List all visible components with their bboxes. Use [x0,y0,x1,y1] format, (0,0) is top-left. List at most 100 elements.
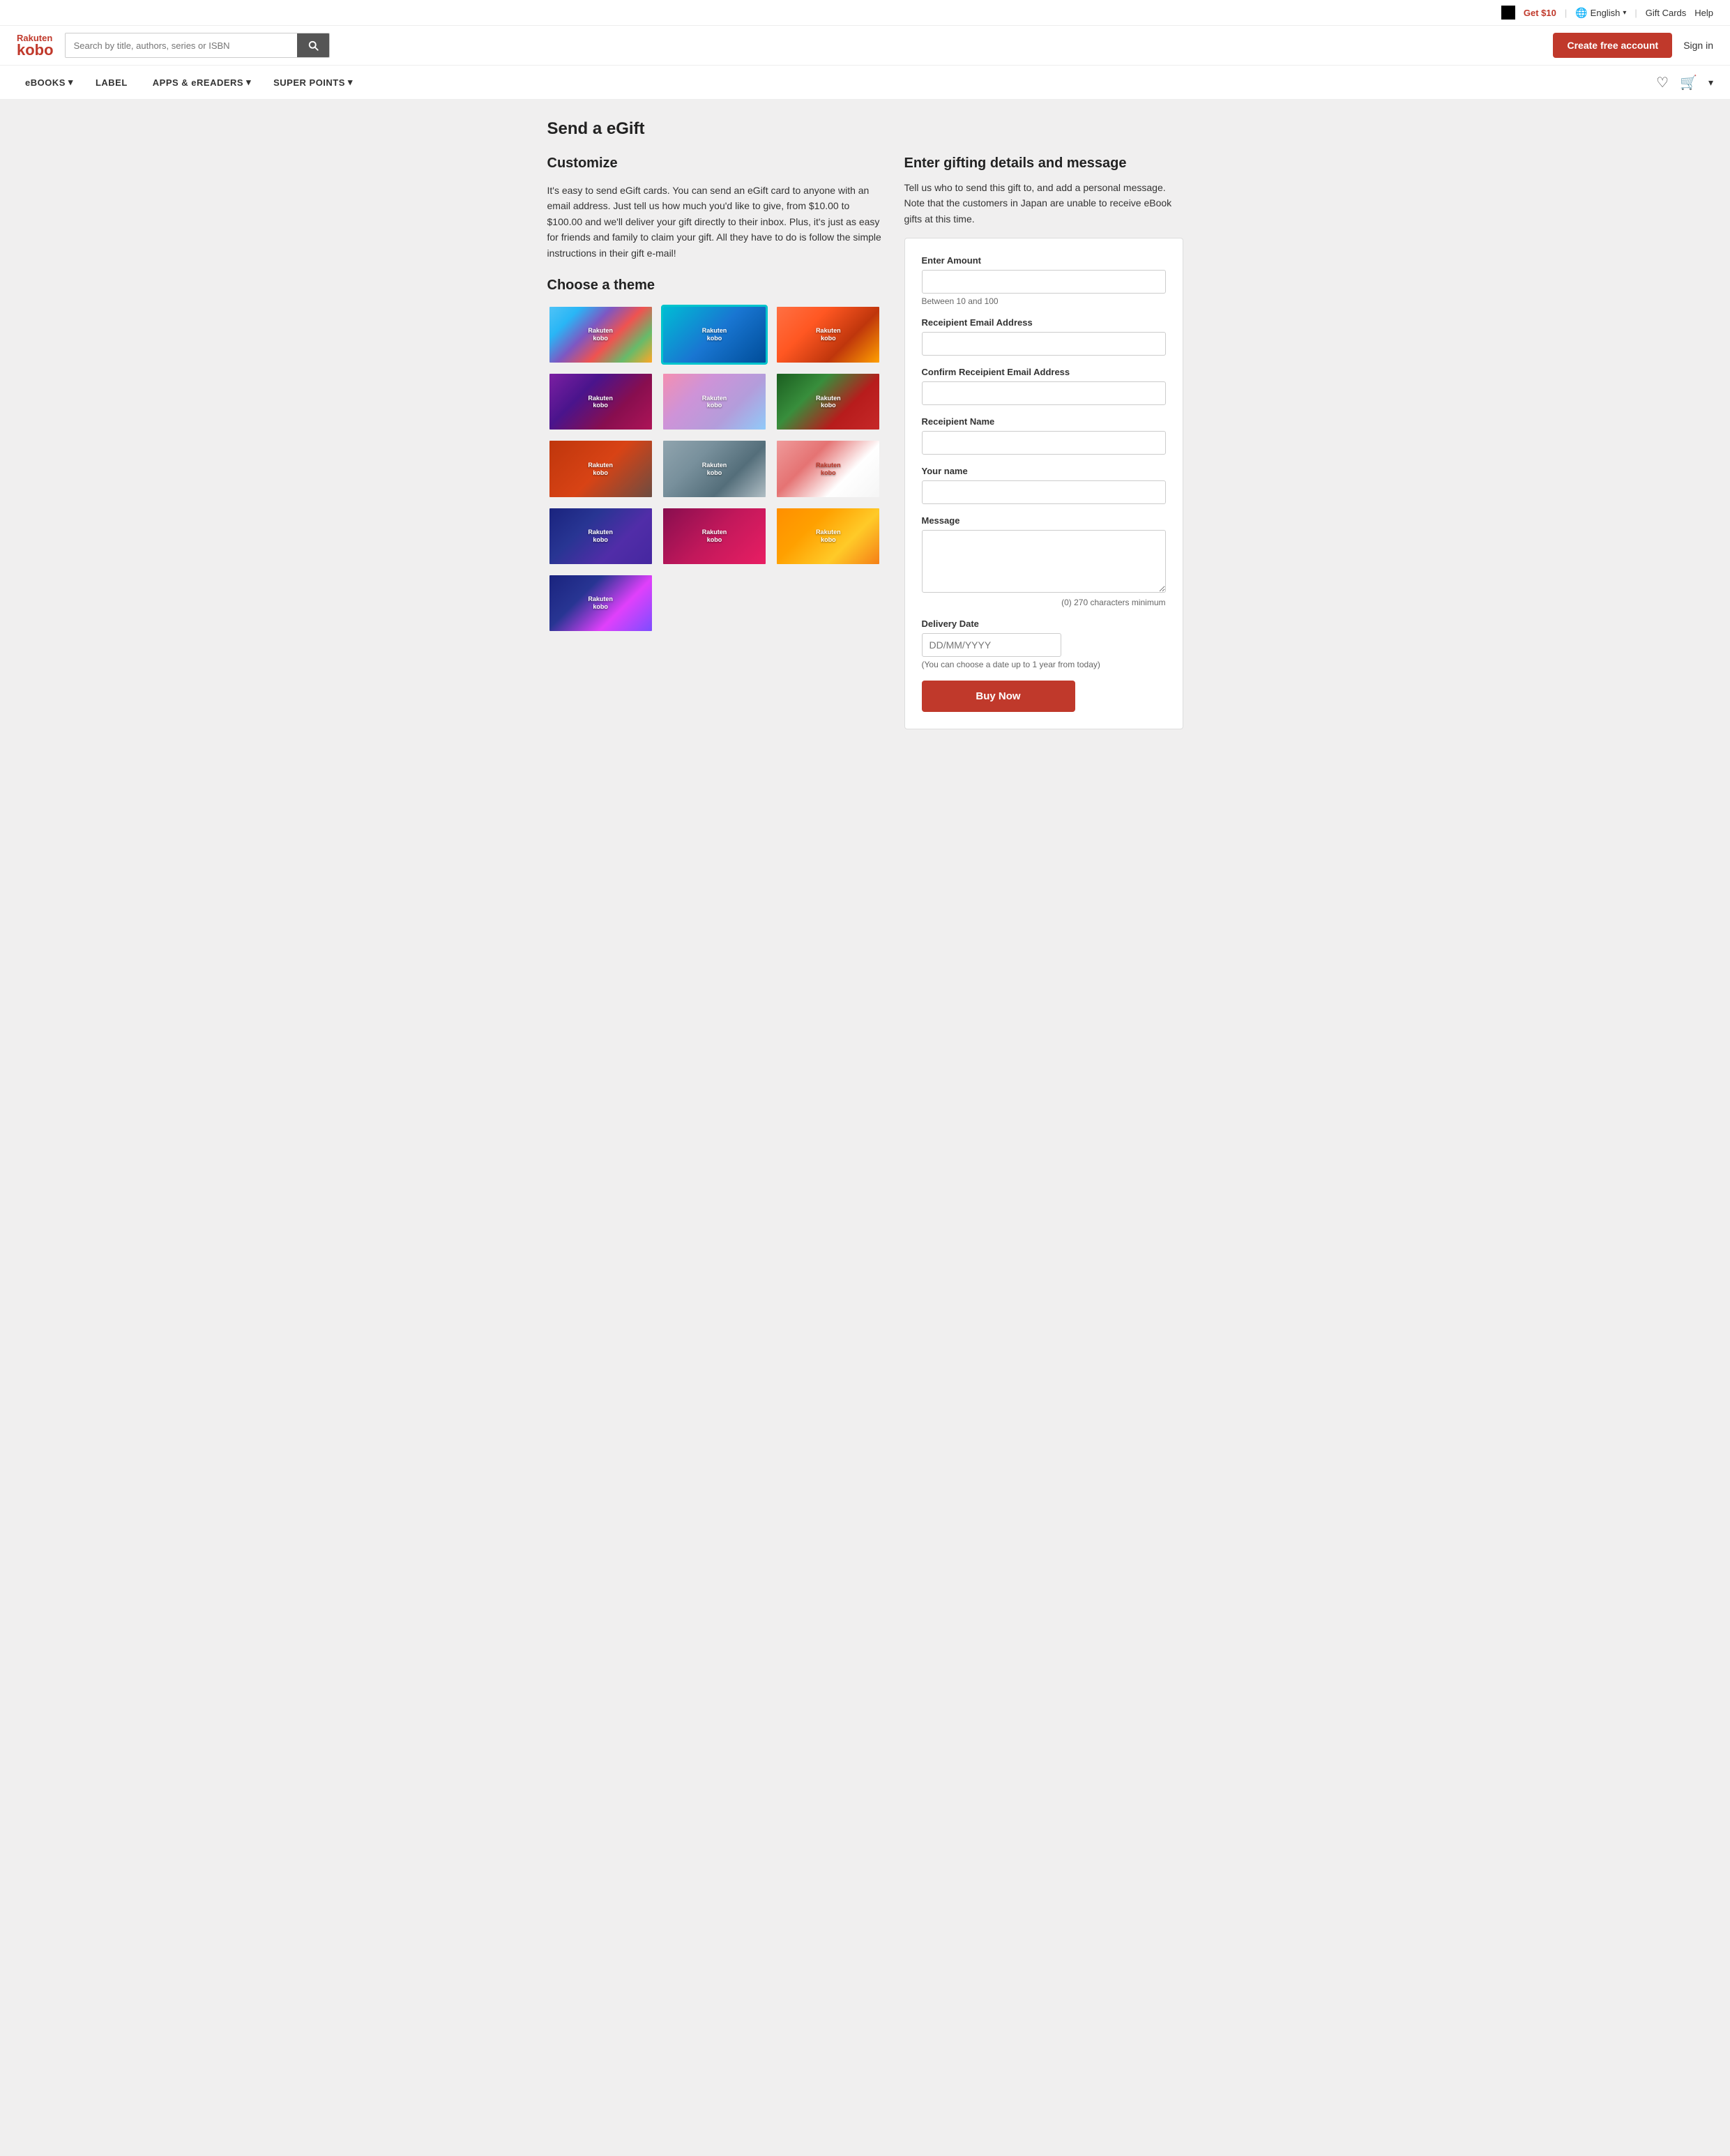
nav-label-text: LABEL [96,77,128,88]
theme-card-11[interactable]: Rakutenkobo [661,506,768,566]
theme-grid: Rakutenkobo Rakutenkobo Rakutenkobo [547,305,882,633]
your-name-input[interactable] [922,480,1166,504]
nav-label[interactable]: LABEL [87,66,136,99]
globe-icon: 🌐 [1575,7,1587,19]
theme-card-9-logo: Rakutenkobo [816,462,841,477]
theme-card-1[interactable]: Rakutenkobo [547,305,654,365]
amount-input[interactable] [922,270,1166,294]
chevron-down-icon: ▾ [1623,9,1626,17]
search-bar [65,33,330,58]
header: Rakuten kobo Create free account Sign in [0,26,1730,66]
theme-card-12[interactable]: Rakutenkobo [775,506,881,566]
cart-icon[interactable]: 🛒 [1680,74,1697,91]
theme-card-4[interactable]: Rakutenkobo [547,372,654,432]
nav-super-points[interactable]: SUPER POINTS ▾ [265,66,361,99]
black-square-icon [1501,6,1515,20]
theme-card-13[interactable]: Rakutenkobo [547,573,654,633]
form-intro: Tell us who to send this gift to, and ad… [904,180,1183,227]
theme-card-7[interactable]: Rakutenkobo [547,439,654,499]
theme-card-13-logo: Rakutenkobo [588,595,613,611]
message-group: Message (0) 270 characters minimum [922,515,1166,607]
divider-1: | [1565,8,1567,18]
buy-now-button[interactable]: Buy Now [922,681,1075,712]
wishlist-icon[interactable]: ♡ [1656,74,1669,91]
top-bar: Get $10 | 🌐 English ▾ | Gift Cards Help [0,0,1730,26]
confirm-email-input[interactable] [922,381,1166,405]
cart-chevron[interactable]: ▾ [1708,77,1713,89]
nav-super-points-label: SUPER POINTS [273,77,345,88]
gift-form: Enter Amount Between 10 and 100 Receipie… [904,238,1183,729]
gift-cards-link[interactable]: Gift Cards [1646,8,1687,18]
theme-card-3-logo: Rakutenkobo [816,327,841,342]
form-title: Enter gifting details and message [904,155,1183,172]
language-label: English [1591,8,1621,18]
theme-card-5[interactable]: Rakutenkobo [661,372,768,432]
theme-card-8-logo: Rakutenkobo [702,462,727,477]
theme-card-6[interactable]: Rakutenkobo [775,372,881,432]
nav-right: ♡ 🛒 ▾ [1656,74,1713,91]
delivery-date-group: Delivery Date (You can choose a date up … [922,618,1166,669]
theme-card-8[interactable]: Rakutenkobo [661,439,768,499]
theme-card-10-logo: Rakutenkobo [588,529,613,544]
sign-in-link[interactable]: Sign in [1683,40,1713,51]
create-account-button[interactable]: Create free account [1553,33,1672,58]
nav-apps-label: APPS & eREADERS [153,77,243,88]
nav-apps-chevron: ▾ [246,77,251,88]
language-selector[interactable]: 🌐 English ▾ [1575,7,1626,19]
nav-ebooks-label: eBOOKS [25,77,66,88]
theme-card-12-logo: Rakutenkobo [816,529,841,544]
confirm-email-group: Confirm Receipient Email Address [922,367,1166,405]
recipient-name-input[interactable] [922,431,1166,455]
logo[interactable]: Rakuten kobo [17,33,54,58]
theme-title: Choose a theme [547,278,882,294]
get10-link[interactable]: Get $10 [1524,8,1556,18]
recipient-email-group: Receipient Email Address [922,317,1166,356]
delivery-date-hint: (You can choose a date up to 1 year from… [922,660,1166,669]
nav-ebooks-chevron: ▾ [68,77,73,88]
theme-card-3[interactable]: Rakutenkobo [775,305,881,365]
message-textarea[interactable] [922,530,1166,593]
message-label: Message [922,515,1166,526]
confirm-email-label: Confirm Receipient Email Address [922,367,1166,377]
recipient-name-label: Receipient Name [922,416,1166,427]
theme-card-4-logo: Rakutenkobo [588,395,613,410]
customize-description: It's easy to send eGift cards. You can s… [547,183,882,261]
theme-card-7-logo: Rakutenkobo [588,462,613,477]
help-link[interactable]: Help [1694,8,1713,18]
your-name-group: Your name [922,466,1166,504]
main-content: Send a eGift Customize It's easy to send… [531,100,1200,749]
theme-card-2-logo: Rakutenkobo [702,327,727,342]
search-button[interactable] [297,33,329,57]
delivery-date-label: Delivery Date [922,618,1166,629]
theme-card-2[interactable]: Rakutenkobo [661,305,768,365]
customize-title: Customize [547,155,882,172]
theme-card-1-logo: Rakutenkobo [588,327,613,342]
your-name-label: Your name [922,466,1166,476]
amount-hint: Between 10 and 100 [922,296,1166,306]
navigation: eBOOKS ▾ LABEL APPS & eREADERS ▾ SUPER P… [0,66,1730,100]
message-hint: (0) 270 characters minimum [922,598,1166,607]
divider-2: | [1634,8,1637,18]
theme-card-6-logo: Rakutenkobo [816,395,841,410]
page-title: Send a eGift [547,119,1183,139]
logo-kobo-text: kobo [17,43,54,58]
amount-group: Enter Amount Between 10 and 100 [922,255,1166,306]
search-input[interactable] [66,33,297,57]
nav-super-points-chevron: ▾ [348,77,353,88]
recipient-email-input[interactable] [922,332,1166,356]
recipient-email-label: Receipient Email Address [922,317,1166,328]
theme-card-9[interactable]: Rakutenkobo [775,439,881,499]
right-panel: Enter gifting details and message Tell u… [904,155,1183,729]
amount-label: Enter Amount [922,255,1166,266]
recipient-name-group: Receipient Name [922,416,1166,455]
theme-card-5-logo: Rakutenkobo [702,395,727,410]
theme-card-11-logo: Rakutenkobo [702,529,727,544]
delivery-date-input[interactable] [922,633,1061,657]
left-panel: Customize It's easy to send eGift cards.… [547,155,882,633]
nav-apps-ereaders[interactable]: APPS & eREADERS ▾ [142,66,259,99]
search-icon [307,39,319,52]
content-layout: Customize It's easy to send eGift cards.… [547,155,1183,729]
nav-ebooks[interactable]: eBOOKS ▾ [17,66,82,99]
header-right: Create free account Sign in [1553,33,1713,58]
theme-card-10[interactable]: Rakutenkobo [547,506,654,566]
